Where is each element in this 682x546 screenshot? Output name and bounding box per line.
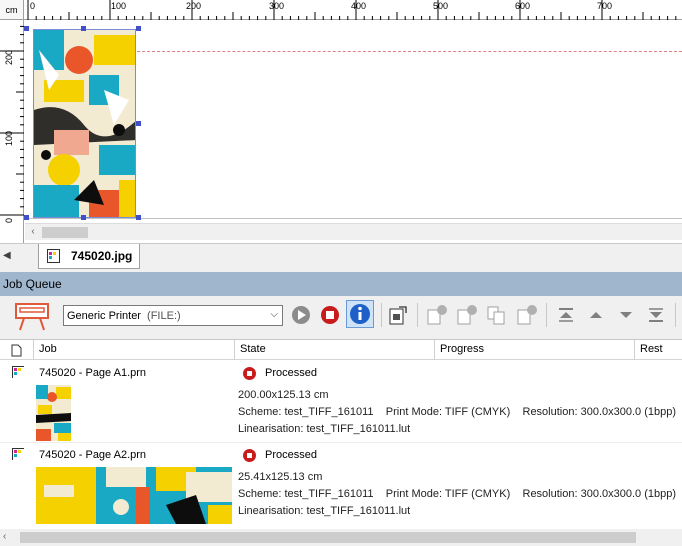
job-linearisation: Linearisation: test_TIFF_161011.lut	[238, 423, 411, 435]
info-toggle[interactable]	[346, 300, 374, 328]
job-dimensions: 25.41x125.13 cm	[238, 471, 323, 483]
column-header-progress[interactable]: Progress	[440, 343, 484, 355]
document-column-icon	[11, 344, 22, 357]
job-thumbnail	[36, 385, 71, 441]
move-to-top-icon[interactable]	[555, 304, 577, 326]
column-header-rest[interactable]: Rest	[640, 343, 663, 355]
toolbar-separator	[417, 303, 418, 327]
vertical-ruler-ticks	[0, 25, 24, 216]
processed-stop-icon	[243, 449, 256, 462]
job-queue-table: Job State Progress Rest 745020 - Page A1…	[0, 339, 682, 529]
toolbar-separator	[546, 303, 547, 327]
horizontal-ruler-ticks	[27, 0, 677, 20]
toolbar-separator	[381, 303, 382, 327]
job-resolution: Resolution: 300.0x300.0 (1bpp)	[522, 488, 677, 500]
resize-handle-right[interactable]	[136, 121, 141, 126]
job-file-icon	[12, 366, 24, 378]
job-queue-header: Job Queue	[0, 272, 682, 296]
job-state: Processed	[265, 367, 317, 379]
document-file-icon	[47, 249, 60, 263]
resize-handle-top[interactable]	[81, 26, 86, 31]
resize-handle-br[interactable]	[136, 215, 141, 220]
printer-name: Generic Printer	[67, 310, 141, 322]
canvas-horizontal-scrollbar[interactable]: ‹	[25, 223, 682, 240]
job-print-mode: Print Mode: TIFF (CMYK)	[385, 406, 511, 418]
export-page-icon[interactable]	[387, 304, 409, 326]
artwork-preview	[34, 30, 135, 217]
printer-icon	[15, 303, 49, 331]
resize-handle-tr[interactable]	[136, 26, 141, 31]
scroll-left-icon[interactable]: ‹	[3, 531, 6, 542]
processed-stop-icon	[243, 367, 256, 380]
print-layout-canvas[interactable]: cm 0 100 200 300 400 500 600 700 200 100…	[0, 0, 682, 243]
job-name: 745020 - Page A1.prn	[39, 367, 147, 379]
job-row[interactable]: 745020 - Page A1.prn Processed 200.00x12…	[0, 361, 682, 442]
job-scheme: Scheme: test_TIFF_161011	[238, 406, 374, 418]
info-icon	[350, 304, 370, 324]
ruler-unit: cm	[0, 0, 24, 20]
job-queue-column-headers: Job State Progress Rest	[0, 340, 682, 360]
page-pause-icon[interactable]	[456, 304, 478, 326]
column-header-state[interactable]: State	[240, 343, 266, 355]
move-up-icon[interactable]	[585, 304, 607, 326]
job-name: 745020 - Page A2.prn	[39, 449, 147, 461]
resize-handle-bl[interactable]	[24, 215, 29, 220]
move-to-bottom-icon[interactable]	[645, 304, 667, 326]
chevron-down-icon: ⌵	[270, 309, 278, 320]
horizontal-ruler: 0 100 200 300 400 500 600 700	[24, 0, 682, 20]
job-row[interactable]: 745020 - Page A2.prn Processed 25.41x125…	[0, 442, 682, 524]
play-icon[interactable]	[290, 304, 312, 326]
resize-handle-bottom[interactable]	[81, 215, 86, 220]
printer-port: (FILE:)	[147, 310, 181, 322]
document-tab-label: 745020.jpg	[71, 249, 133, 263]
stop-icon[interactable]	[319, 304, 341, 326]
media-margin-guide	[137, 51, 682, 52]
toolbar-separator	[675, 303, 676, 327]
move-down-icon[interactable]	[615, 304, 637, 326]
job-file-icon	[12, 448, 24, 460]
job-linearisation: Linearisation: test_TIFF_161011.lut	[238, 505, 411, 517]
job-resolution: Resolution: 300.0x300.0 (1bpp)	[522, 406, 677, 418]
page-stop-icon[interactable]	[516, 304, 538, 326]
page-copy-icon[interactable]	[486, 304, 508, 326]
page-play-icon[interactable]	[426, 304, 448, 326]
scroll-thumb[interactable]	[20, 532, 636, 543]
scroll-left-icon[interactable]: ‹	[27, 226, 39, 238]
resize-handle-tl[interactable]	[24, 26, 29, 31]
job-state: Processed	[265, 449, 317, 461]
job-queue-horizontal-scrollbar[interactable]: ‹	[0, 529, 682, 546]
scroll-thumb[interactable]	[42, 227, 88, 238]
job-dimensions: 200.00x125.13 cm	[238, 389, 329, 401]
tab-scroll-left-icon[interactable]: ◀	[3, 250, 11, 261]
job-scheme: Scheme: test_TIFF_161011	[238, 488, 374, 500]
job-thumbnail	[36, 467, 232, 524]
job-queue-title: Job Queue	[3, 277, 62, 291]
printer-select[interactable]: Generic Printer (FILE:) ⌵	[63, 305, 283, 326]
media-bottom-edge	[25, 218, 682, 219]
placed-image[interactable]	[33, 29, 136, 218]
column-header-job[interactable]: Job	[39, 343, 57, 355]
vertical-ruler: 200 100 0	[0, 20, 24, 243]
document-tab-bar: ◀ 745020.jpg	[0, 243, 682, 270]
document-tab[interactable]: 745020.jpg	[38, 244, 140, 269]
job-print-mode: Print Mode: TIFF (CMYK)	[385, 488, 511, 500]
